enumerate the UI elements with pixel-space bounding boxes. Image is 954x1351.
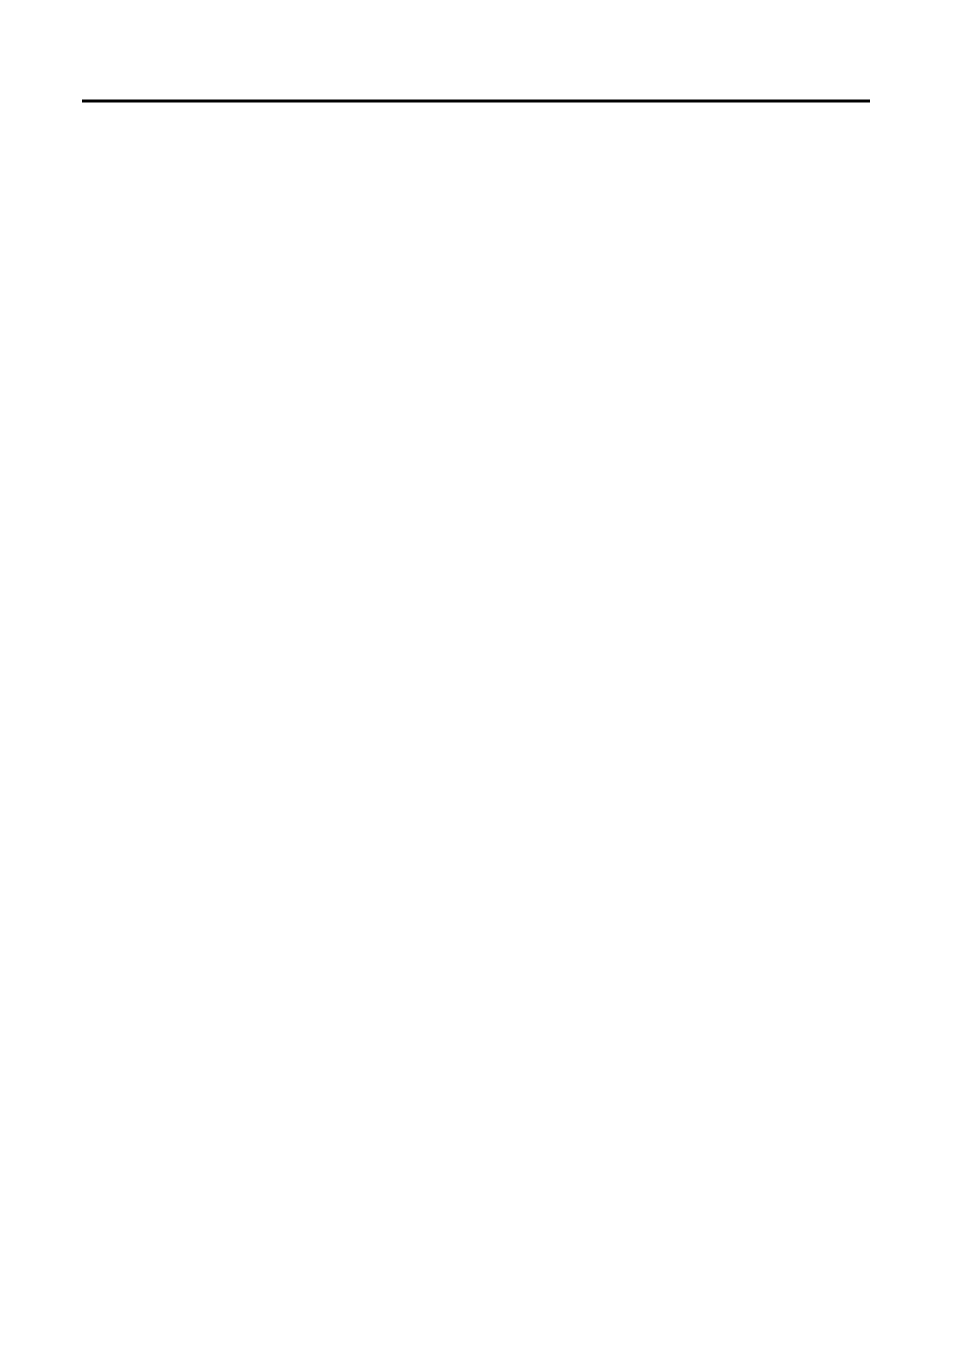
- flowchart-diagram: [0, 0, 954, 1351]
